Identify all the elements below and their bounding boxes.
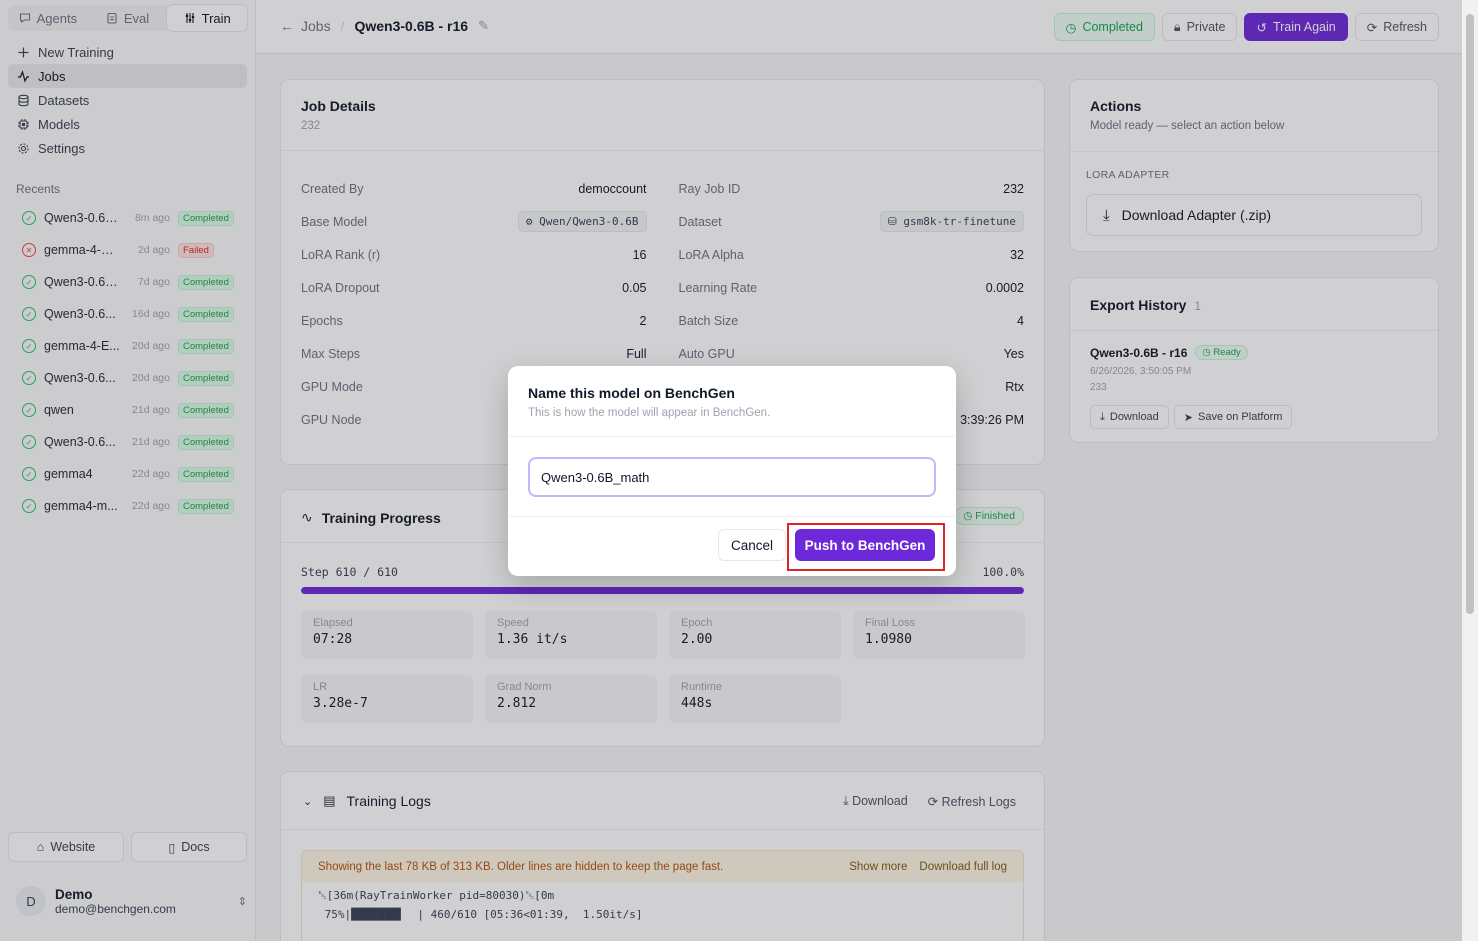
divider [508, 516, 956, 517]
scrollbar-thumb[interactable] [1466, 14, 1474, 614]
page-scrollbar[interactable] [1462, 0, 1478, 941]
divider [508, 436, 956, 437]
dialog-title: Name this model on BenchGen [528, 385, 735, 401]
cancel-button[interactable]: Cancel [718, 529, 786, 561]
model-name-input[interactable] [528, 457, 936, 497]
dialog-subtitle: This is how the model will appear in Ben… [528, 407, 771, 419]
highlight-box [787, 523, 945, 571]
